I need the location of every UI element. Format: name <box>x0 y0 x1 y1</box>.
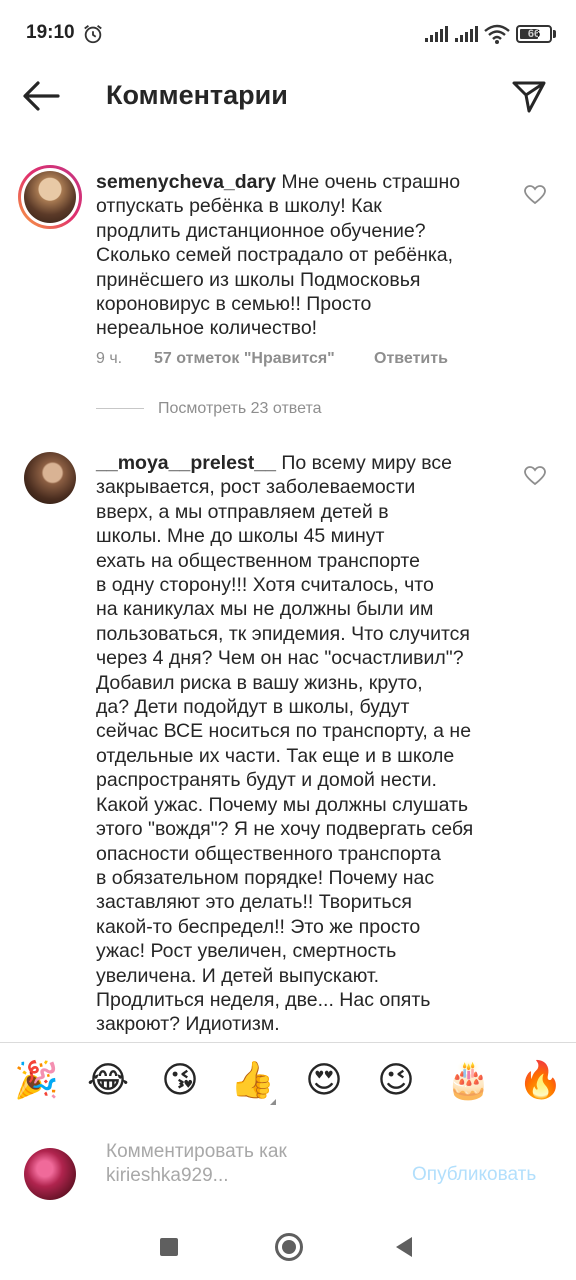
avatar-image <box>24 171 76 223</box>
comment-text: Мне очень страшно отпускать ребёнка в шк… <box>96 171 461 340</box>
status-bar: 19:10 66 <box>0 0 576 68</box>
comment-body: __moya__prelest__ По всему миру все закр… <box>96 451 508 1037</box>
header: Комментарии <box>0 68 576 124</box>
comment-input[interactable] <box>106 1140 386 1192</box>
back-arrow-icon[interactable] <box>20 78 62 114</box>
recents-icon[interactable] <box>160 1238 178 1256</box>
comment-input-bar: Опубликовать <box>0 1118 576 1214</box>
comment-username[interactable]: __moya__prelest__ <box>96 452 276 474</box>
emoji-thumbs-up[interactable]: 👍 <box>230 1059 275 1103</box>
battery-nub <box>553 30 556 38</box>
paper-plane-icon[interactable] <box>510 78 548 114</box>
comment-time: 9 ч. <box>96 350 123 367</box>
status-time: 19:10 <box>26 22 75 43</box>
emoji-kiss[interactable]: 😘 <box>158 1059 202 1103</box>
own-avatar <box>24 1148 76 1200</box>
replies-divider <box>96 408 144 409</box>
emoji-birthday-cake[interactable]: 🎂 <box>446 1059 491 1103</box>
heart-outline-icon[interactable] <box>524 466 546 486</box>
emoji-variant-indicator <box>270 1099 276 1105</box>
wifi-icon <box>484 24 510 44</box>
battery-level-text: 66 <box>527 28 541 40</box>
emoji-tears-of-joy[interactable]: 😂 <box>86 1059 130 1103</box>
page-title: Комментарии <box>106 80 288 110</box>
home-icon[interactable] <box>275 1233 303 1261</box>
battery-indicator: 66 <box>516 25 552 43</box>
avatar[interactable] <box>24 452 76 504</box>
reply-button[interactable]: Ответить <box>374 350 448 368</box>
comment-body: semenycheva_dary Мне очень страшно отпус… <box>96 170 508 341</box>
alarm-clock-icon <box>84 25 102 44</box>
cell-signal-icon <box>455 26 478 42</box>
system-nav-bar <box>0 1214 576 1280</box>
nav-back-icon[interactable] <box>396 1237 412 1257</box>
comment-likes[interactable]: 57 отметок "Нравится" <box>154 350 335 368</box>
publish-button[interactable]: Опубликовать <box>412 1164 536 1186</box>
cell-signal-icon <box>425 26 448 42</box>
emoji-heart-eyes[interactable]: 😍 <box>302 1059 346 1103</box>
avatar[interactable] <box>18 165 82 229</box>
home-icon-dot <box>282 1240 296 1254</box>
view-replies-label[interactable]: Посмотреть 23 ответа <box>158 400 322 418</box>
heart-outline-icon[interactable] <box>524 185 546 205</box>
emoji-fire[interactable]: 🔥 <box>518 1059 563 1103</box>
emoji-party-popper[interactable]: 🎉 <box>14 1059 59 1103</box>
comment-text: По всему миру все закрывается, рост забо… <box>96 452 474 1036</box>
avatar-border <box>21 168 79 226</box>
emoji-wink[interactable]: 😉 <box>374 1059 418 1103</box>
emoji-quick-bar: 🎉 😂 😘 👍 😍 😉 🎂 🔥 <box>0 1042 576 1118</box>
comment-username[interactable]: semenycheva_dary <box>96 171 276 193</box>
